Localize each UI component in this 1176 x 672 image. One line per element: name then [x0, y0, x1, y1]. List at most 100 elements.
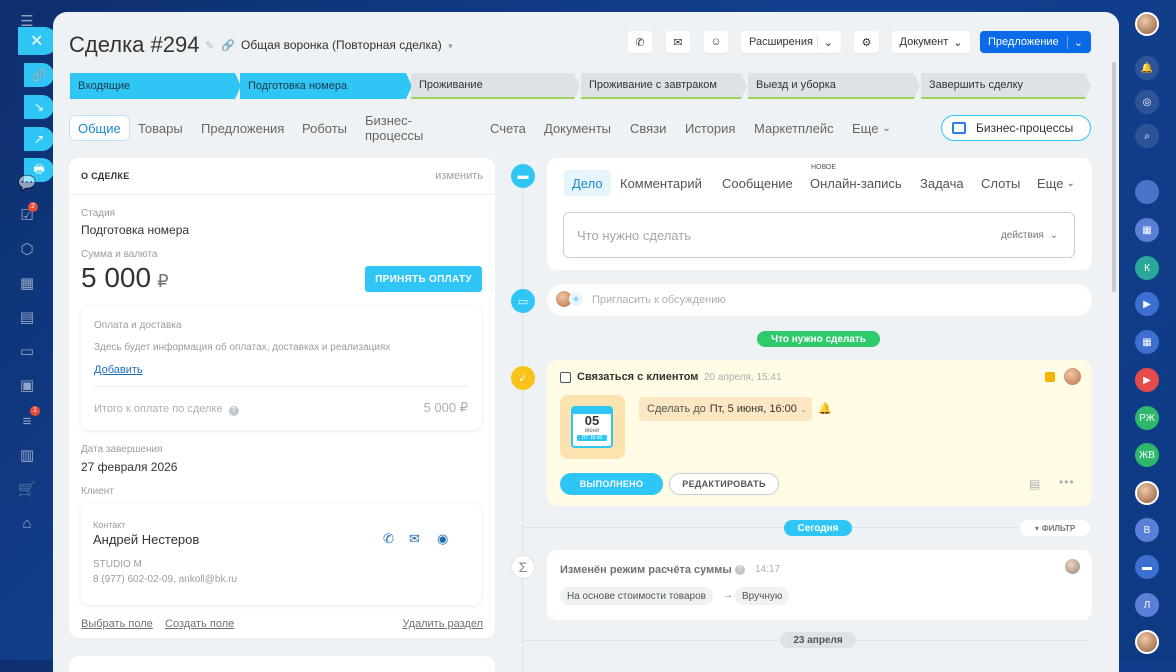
stage-finish-deal[interactable]: Завершить сделку	[921, 73, 1091, 99]
task-checkbox[interactable]	[560, 372, 571, 383]
minimize-button[interactable]: ↘	[24, 95, 54, 119]
chat-icon[interactable]: 💬	[16, 172, 38, 194]
tab-more[interactable]: Еще ⌄	[1037, 170, 1075, 196]
help-icon[interactable]: ?	[735, 565, 745, 575]
add-payment-link[interactable]: Добавить	[94, 364, 143, 376]
choose-field-link[interactable]: Выбрать поле	[81, 618, 153, 630]
create-field-link[interactable]: Создать поле	[165, 618, 234, 630]
delete-section-link[interactable]: Удалить раздел	[402, 618, 483, 630]
stage-field-value[interactable]: Подготовка номера	[81, 223, 189, 237]
filter-button[interactable]: ▾ ФИЛЬТР	[1020, 520, 1090, 536]
plus-icon[interactable]: +	[569, 292, 583, 306]
offer-button[interactable]: Предложение ⌄	[980, 31, 1091, 53]
todo-input[interactable]: Что нужно сделать действия ⌄	[563, 212, 1075, 258]
help-icon[interactable]: ?	[228, 406, 239, 416]
accept-payment-button[interactable]: ПРИНЯТЬ ОПЛАТУ	[365, 266, 482, 292]
stage-living-breakfast[interactable]: Проживание с завтраком	[581, 73, 747, 99]
contact-name[interactable]: Андрей Нестеров	[93, 532, 199, 547]
settings-button[interactable]: ⚙	[854, 31, 879, 53]
contact-avatar-2[interactable]	[1135, 481, 1159, 505]
author-avatar[interactable]	[1065, 559, 1080, 574]
tab-online-booking[interactable]: Онлайн-запись	[810, 170, 902, 196]
reminder-bell-icon[interactable]: 🔔	[818, 402, 832, 415]
chat-bubble-icon[interactable]: ▬	[1135, 555, 1159, 579]
presentation-icon[interactable]: ▣	[16, 374, 38, 396]
cart-icon[interactable]: 🛒	[16, 478, 38, 500]
contact-rzh[interactable]: РЖ	[1135, 406, 1159, 430]
responsible-avatar[interactable]	[1064, 368, 1081, 385]
stage-incoming[interactable]: Входящие	[70, 73, 241, 99]
actions-dropdown[interactable]: действия ⌄	[1001, 230, 1058, 241]
email-button[interactable]: ✉	[666, 31, 690, 53]
close-slider-button[interactable]: ✕	[18, 27, 58, 55]
tab-comment[interactable]: Комментарий	[620, 170, 702, 196]
notifications-icon[interactable]: 🔔	[1135, 56, 1159, 80]
sum-field-value[interactable]: 5 000 ₽	[81, 262, 169, 294]
extensions-button[interactable]: Расширения ⌄	[741, 31, 841, 53]
tab-more[interactable]: Еще ⌄	[852, 115, 891, 141]
contact-v[interactable]: В	[1135, 518, 1159, 542]
call-contact-icon[interactable]: ✆	[383, 531, 394, 547]
note-icon[interactable]: ▤	[1029, 477, 1040, 491]
calendar-chat-icon-2[interactable]: ▦	[1135, 330, 1159, 354]
edit-task-button[interactable]: РЕДАКТИРОВАТЬ	[669, 473, 779, 495]
stage-living[interactable]: Проживание	[411, 73, 580, 99]
tab-task[interactable]: Задача	[920, 170, 964, 196]
tab-business-processes[interactable]: Бизнес-процессы	[365, 113, 423, 143]
copilot-icon[interactable]: ◎	[1135, 90, 1159, 114]
tab-general[interactable]: Общие	[69, 115, 130, 141]
gift-icon[interactable]: ⌂	[16, 512, 38, 534]
video-chat-red-icon[interactable]: ▶	[1135, 368, 1159, 392]
chat-button[interactable]: ☺	[704, 31, 728, 53]
tab-message[interactable]: Сообщение	[722, 170, 793, 196]
stage-room-prep[interactable]: Подготовка номера	[240, 73, 412, 99]
copy-link-button[interactable]: 🔗	[24, 63, 54, 87]
contact-l[interactable]: Л	[1135, 593, 1159, 617]
contact-avatar-3[interactable]	[1135, 630, 1159, 654]
chat-contact-icon[interactable]: ◉	[437, 531, 448, 547]
card-icon[interactable]: ▭	[16, 340, 38, 362]
email-contact-icon[interactable]: ✉	[409, 531, 420, 547]
timeline-line	[522, 162, 523, 672]
calendar-icon[interactable]: ▦	[16, 272, 38, 294]
tab-robots[interactable]: Роботы	[302, 115, 347, 141]
contact-k[interactable]: К	[1135, 256, 1159, 280]
calendar-chat-icon[interactable]: ▦	[1135, 218, 1159, 242]
copy-link-icon[interactable]: 🔗	[221, 39, 235, 52]
edit-section-link[interactable]: изменить	[435, 170, 483, 182]
tab-offers[interactable]: Предложения	[201, 115, 284, 141]
deadline-selector[interactable]: Сделать до Пт, 5 июня, 16:00 ⌄	[639, 397, 812, 421]
scrollbar[interactable]	[1112, 62, 1116, 292]
edit-title-icon[interactable]: ✎	[205, 39, 214, 52]
tab-slots[interactable]: Слоты	[981, 170, 1020, 196]
more-options-icon[interactable]: •••	[1059, 475, 1075, 489]
contact-avatar-1[interactable]	[1135, 180, 1159, 204]
tab-products[interactable]: Товары	[138, 115, 183, 141]
tab-links[interactable]: Связи	[630, 115, 666, 141]
document-button[interactable]: Документ ⌄	[892, 31, 970, 53]
tab-invoices[interactable]: Счета	[490, 115, 526, 141]
funnel-select[interactable]: Общая воронка (Повторная сделка) ▾	[241, 38, 453, 52]
tab-history[interactable]: История	[685, 115, 735, 141]
total-label-text: Итого к оплате по сделке	[94, 403, 223, 415]
done-button[interactable]: ВЫПОЛНЕНО	[560, 473, 663, 495]
stage-checkout[interactable]: Выезд и уборка	[748, 73, 920, 99]
tab-todo[interactable]: Дело	[564, 170, 611, 196]
crm-icon[interactable]: ⬡	[16, 238, 38, 260]
store-icon[interactable]: ▥	[16, 444, 38, 466]
priority-flag-icon[interactable]	[1045, 372, 1055, 382]
user-avatar[interactable]	[1135, 12, 1159, 36]
business-processes-button[interactable]: Бизнес-процессы	[941, 115, 1091, 141]
phone-button[interactable]: ✆	[628, 31, 652, 53]
search-chat-icon[interactable]: ⌕	[1135, 124, 1159, 148]
task-title[interactable]: Связаться с клиентом	[577, 371, 698, 383]
video-chat-icon[interactable]: ▶	[1135, 292, 1159, 316]
open-new-window-button[interactable]: ↗	[24, 127, 54, 151]
stage-label: Проживание с завтраком	[589, 79, 717, 91]
contact-zhv[interactable]: ЖВ	[1135, 443, 1159, 467]
docs-icon[interactable]: ▤	[16, 306, 38, 328]
tab-marketplace[interactable]: Маркетплейс	[754, 115, 834, 141]
invite-discussion-bar[interactable]: + Пригласить к обсуждению	[547, 284, 1092, 316]
tab-documents[interactable]: Документы	[544, 115, 611, 141]
close-date-value[interactable]: 27 февраля 2026	[81, 460, 177, 474]
